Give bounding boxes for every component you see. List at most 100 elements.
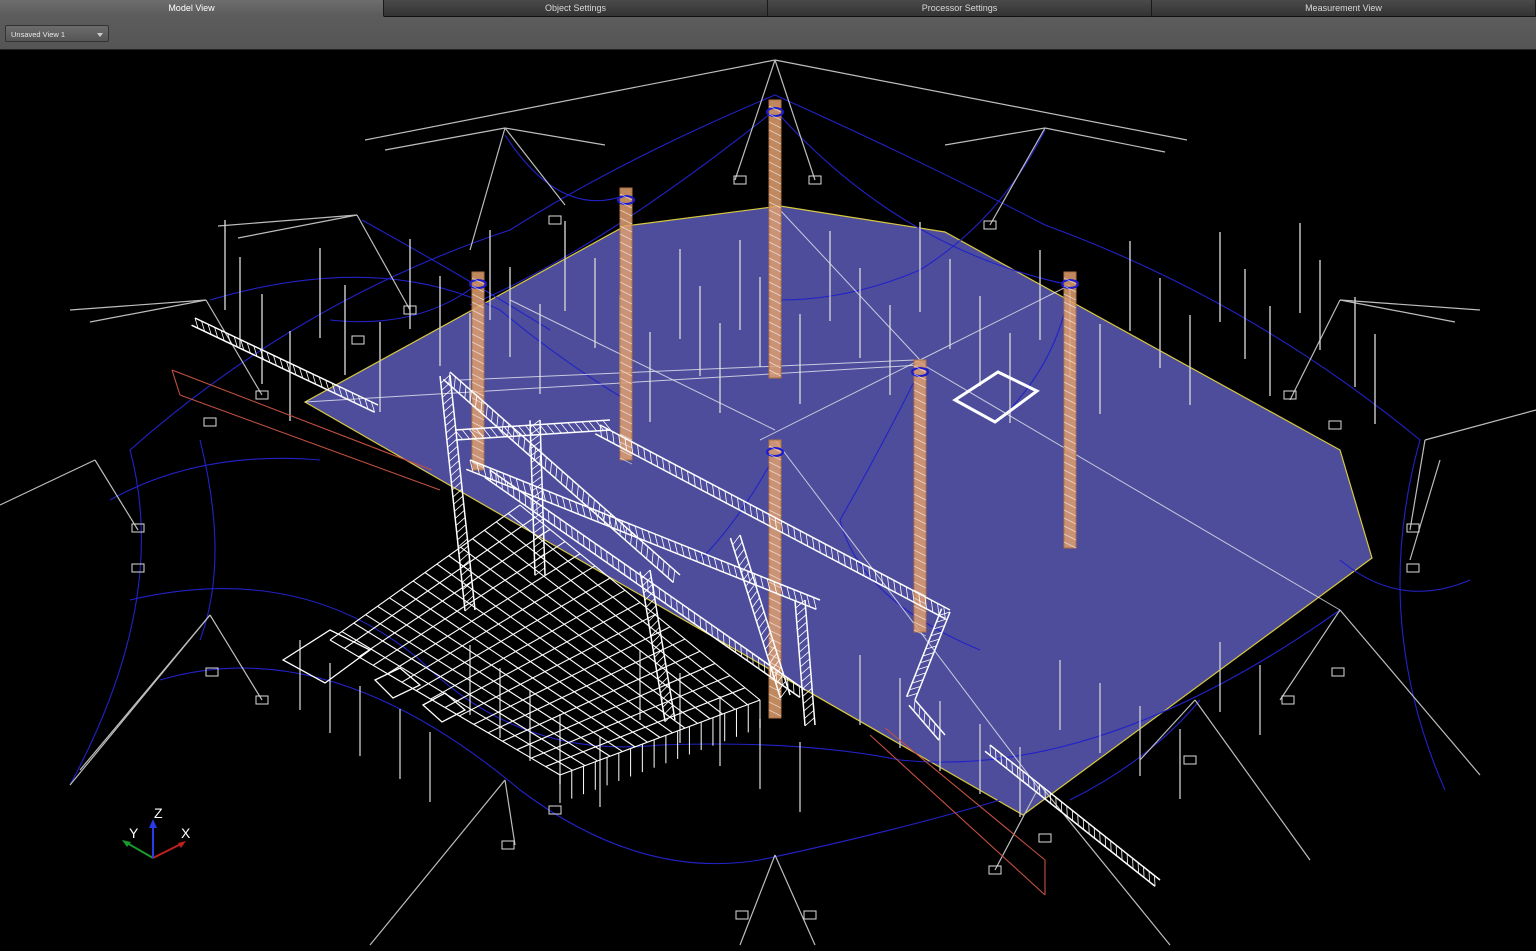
truss-web <box>454 502 464 512</box>
rigging-line <box>94 459 139 531</box>
rigging-line <box>369 779 506 946</box>
truss-web <box>461 574 472 583</box>
rigging-line <box>364 59 776 141</box>
rigging-line <box>504 127 566 206</box>
rigging-line <box>1339 299 1456 323</box>
truss-web <box>1132 858 1134 869</box>
post-base-marker <box>501 840 515 850</box>
tab-measurement-view[interactable]: Measurement View <box>1152 0 1536 17</box>
post-base-marker <box>1281 695 1295 705</box>
x-axis-arrow <box>178 841 186 848</box>
truss-web <box>1017 766 1019 778</box>
app-window: Model View Object Settings Processor Set… <box>0 0 1536 951</box>
rigging-line <box>1039 784 1171 946</box>
rigging-line <box>774 59 1188 141</box>
truss-web <box>1088 823 1090 835</box>
rigging-line <box>0 459 96 506</box>
post-base-marker <box>1406 523 1420 533</box>
truss-web <box>1049 792 1052 804</box>
post-base-marker <box>131 523 145 533</box>
truss-web <box>657 669 667 680</box>
post-base-marker <box>1038 833 1052 843</box>
rigging-line <box>504 779 516 846</box>
3d-model-viewport[interactable]: X Y Z <box>0 50 1536 951</box>
truss-web <box>989 744 991 756</box>
truss-web <box>780 687 789 699</box>
rigging-line <box>209 614 263 701</box>
truss-web <box>804 709 815 719</box>
truss-web <box>1044 788 1046 800</box>
tab-object-settings[interactable]: Object Settings <box>384 0 768 17</box>
truss-web <box>1038 784 1041 795</box>
rigging-line <box>1424 409 1536 441</box>
truss-web <box>803 695 813 705</box>
post-base-marker <box>203 417 217 427</box>
view-select-dropdown[interactable]: Unsaved View 1 <box>5 25 109 42</box>
post-base-marker <box>548 805 562 815</box>
truss-web <box>459 552 470 562</box>
post-base-marker <box>735 910 749 920</box>
post-base-marker <box>1406 563 1420 573</box>
tab-bar: Model View Object Settings Processor Set… <box>0 0 1536 17</box>
grid-line <box>559 699 761 776</box>
cable-curve <box>504 134 627 202</box>
rigging-line <box>89 299 207 323</box>
rigging-line <box>356 214 411 311</box>
truss-web <box>798 685 801 698</box>
tent-mast <box>1061 271 1079 549</box>
axis-gizmo: X Y Z <box>122 805 191 859</box>
rigging-line <box>69 614 211 786</box>
truss-web <box>1011 762 1013 774</box>
truss-web <box>455 517 466 526</box>
rigging-line <box>1409 459 1441 561</box>
x-axis-line <box>152 842 184 859</box>
post-base-marker <box>1331 667 1345 677</box>
cable-curve <box>199 439 216 641</box>
rigging-line <box>205 299 263 396</box>
rigging-line <box>237 214 358 239</box>
tent-mast <box>469 271 487 471</box>
tent-wireframe-model <box>0 59 1536 946</box>
truss-web <box>1006 758 1008 769</box>
truss-web <box>1143 866 1145 878</box>
truss-web <box>803 702 814 712</box>
tab-model-view[interactable]: Model View <box>0 0 384 17</box>
post-base-marker <box>548 215 562 225</box>
tent-mast <box>766 99 784 379</box>
truss-web <box>453 495 464 505</box>
truss-web <box>1121 849 1123 861</box>
y-axis-arrow <box>122 840 131 847</box>
truss-web <box>1115 845 1118 856</box>
truss-web <box>1066 805 1068 817</box>
rigging-line <box>69 299 207 311</box>
room-outline-line <box>171 369 181 396</box>
stage-step <box>281 629 372 684</box>
rigging-line <box>504 127 606 146</box>
grid-line <box>516 662 716 751</box>
truss-web <box>463 588 473 598</box>
truss-web <box>995 749 997 760</box>
rigging-line <box>1194 699 1311 861</box>
rigging-line <box>384 127 506 151</box>
rigging-line <box>1279 609 1341 701</box>
y-axis-line <box>126 842 154 859</box>
truss-web <box>1082 819 1085 830</box>
rigging-line <box>217 214 358 227</box>
truss-web <box>1137 862 1139 874</box>
post-base-marker <box>803 910 817 920</box>
cable-curve <box>109 457 321 501</box>
truss-web <box>1055 797 1057 808</box>
tab-processor-settings[interactable]: Processor Settings <box>768 0 1152 17</box>
truss-web <box>1110 840 1112 852</box>
chevron-down-icon <box>97 33 103 37</box>
x-axis-label: X <box>181 825 191 841</box>
stage-step <box>373 667 422 699</box>
view-select-value: Unsaved View 1 <box>11 30 66 39</box>
y-axis-label: Y <box>129 825 139 841</box>
toolbar: Unsaved View 1 <box>0 17 1536 50</box>
truss-web <box>1126 853 1129 865</box>
truss-web <box>534 567 546 576</box>
truss-web <box>1022 771 1024 782</box>
truss-web <box>1027 775 1030 787</box>
rigging-line <box>944 127 1046 146</box>
